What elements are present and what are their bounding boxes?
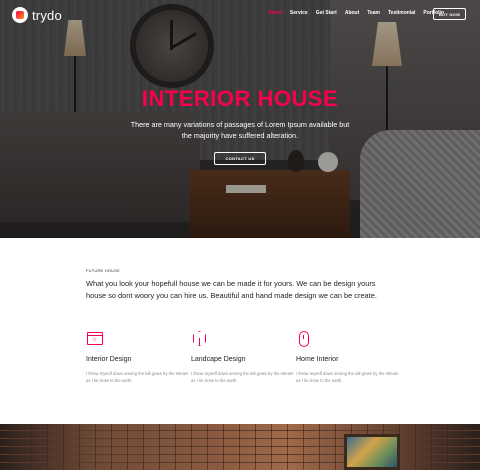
service-title: Home Interior (296, 356, 339, 363)
about-text: What you look your hopefull house we can… (86, 279, 377, 300)
service-card-interior-design[interactable]: Interior Design I throw myself down amon… (86, 330, 190, 384)
service-description: I throw myself down among the tall grass… (86, 371, 189, 383)
service-title: Landcape Design (191, 356, 246, 363)
brick-wall-texture (0, 424, 480, 470)
mouse-icon (296, 330, 314, 348)
main-menu: Home Service Get Start About Team Testim… (268, 10, 444, 16)
hero-title: INTERIOR HOUSE (141, 86, 339, 111)
browser-star-icon (86, 330, 104, 348)
service-title: Interior Design (86, 356, 132, 363)
framed-picture-image (344, 434, 400, 470)
buy-now-button[interactable]: BUY NOW (433, 8, 466, 20)
nav-item-about[interactable]: About (345, 10, 359, 16)
service-description: I throw myself down among the tall grass… (296, 371, 399, 383)
brand-name: trydo (32, 7, 62, 23)
brand-logo[interactable]: trydo (12, 7, 62, 23)
top-navbar: trydo Home Service Get Start About Team … (0, 0, 480, 30)
service-card-landcape-design[interactable]: Landcape Design I throw myself down amon… (191, 330, 295, 384)
brick-wall-section (0, 424, 480, 470)
service-card-home-interior[interactable]: Home Interior I throw myself down among … (296, 330, 400, 384)
nav-item-team[interactable]: Team (367, 10, 380, 16)
nav-item-testimonial[interactable]: Testimonial (388, 10, 415, 16)
section-kicker: FUTURE HOUSE (86, 268, 120, 273)
brand-logo-icon (12, 7, 28, 23)
nav-item-get-start[interactable]: Get Start (316, 10, 337, 16)
cube-icon (191, 330, 209, 348)
nav-item-home[interactable]: Home (268, 10, 282, 16)
contact-us-button[interactable]: CONTACT US (214, 152, 266, 165)
service-description: I throw myself down among the tall grass… (191, 371, 294, 383)
hero-subtitle: There are many variations of passages of… (130, 120, 350, 140)
nav-item-service[interactable]: Service (290, 10, 308, 16)
